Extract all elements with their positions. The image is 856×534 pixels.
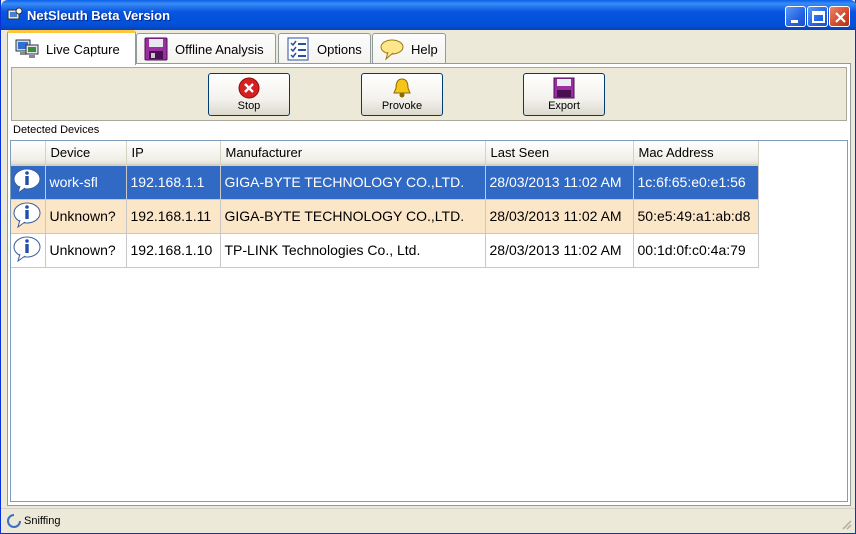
- table-row[interactable]: work-sfl 192.168.1.1 GIGA-BYTE TECHNOLOG…: [11, 165, 759, 200]
- cell-ip: 192.168.1.10: [126, 233, 221, 268]
- cell-mac: 1c:6f:65:e0:e1:56: [633, 165, 759, 200]
- stop-icon: [238, 77, 260, 99]
- tab-live-capture[interactable]: Live Capture: [7, 30, 136, 65]
- row-icon-cell: [11, 165, 46, 200]
- cell-mac: 50:e5:49:a1:ab:d8: [633, 199, 759, 234]
- devices-table: Device IP Manufacturer Last Seen Mac Add…: [11, 141, 759, 268]
- cell-last-seen: 28/03/2013 11:02 AM: [485, 233, 634, 268]
- column-header-last-seen[interactable]: Last Seen: [485, 141, 634, 166]
- maximize-icon: [812, 11, 825, 23]
- column-header-device[interactable]: Device: [45, 141, 127, 166]
- cell-manufacturer: GIGA-BYTE TECHNOLOGY CO.,LTD.: [220, 165, 486, 200]
- cell-last-seen: 28/03/2013 11:02 AM: [485, 199, 634, 234]
- floppy-disk-icon: [144, 37, 168, 61]
- cell-ip: 192.168.1.1: [126, 165, 221, 200]
- cell-last-seen: 28/03/2013 11:02 AM: [485, 165, 634, 200]
- stop-button[interactable]: Stop: [208, 73, 290, 116]
- row-icon-cell: [11, 199, 46, 234]
- tab-help[interactable]: Help: [372, 33, 446, 64]
- column-header-mac-address[interactable]: Mac Address: [633, 141, 759, 166]
- cell-device: Unknown?: [45, 199, 127, 234]
- network-computer-icon: [15, 39, 39, 58]
- devices-list[interactable]: Device IP Manufacturer Last Seen Mac Add…: [10, 140, 848, 502]
- status-text: Sniffing: [24, 515, 61, 527]
- table-row[interactable]: Unknown? 192.168.1.10 TP-LINK Technologi…: [11, 233, 759, 268]
- cell-manufacturer: GIGA-BYTE TECHNOLOGY CO.,LTD.: [220, 199, 486, 234]
- tab-label: Help: [411, 41, 438, 57]
- info-bubble-icon: [13, 236, 41, 262]
- row-icon-cell: [11, 233, 46, 268]
- info-bubble-icon: [13, 168, 41, 194]
- app-window: NetSleuth Beta Version Live Capture Offl…: [0, 0, 856, 534]
- tab-label: Live Capture: [46, 41, 120, 57]
- table-header-row: Device IP Manufacturer Last Seen Mac Add…: [11, 141, 759, 166]
- app-icon: [7, 7, 23, 20]
- checklist-icon: [287, 37, 309, 61]
- cell-mac: 00:1d:0f:c0:4a:79: [633, 233, 759, 268]
- close-button[interactable]: [829, 6, 850, 27]
- tab-label: Offline Analysis: [175, 41, 264, 57]
- stop-button-label: Stop: [237, 100, 261, 112]
- minimize-icon: [791, 20, 798, 23]
- window-title: NetSleuth Beta Version: [27, 8, 171, 23]
- toolbar: Stop Provoke Export: [11, 67, 847, 121]
- spinner-icon: [7, 514, 21, 528]
- export-button[interactable]: Export: [523, 73, 605, 116]
- cell-ip: 192.168.1.11: [126, 199, 221, 234]
- export-button-label: Export: [548, 100, 580, 112]
- column-header-icon[interactable]: [11, 141, 46, 166]
- table-row[interactable]: Unknown? 192.168.1.11 GIGA-BYTE TECHNOLO…: [11, 199, 759, 234]
- column-header-ip[interactable]: IP: [126, 141, 221, 166]
- provoke-button[interactable]: Provoke: [361, 73, 443, 116]
- tab-options[interactable]: Options: [278, 33, 371, 64]
- cell-device: Unknown?: [45, 233, 127, 268]
- provoke-button-label: Provoke: [381, 100, 423, 112]
- speech-bubble-icon: [380, 39, 404, 61]
- bell-icon: [393, 78, 411, 98]
- column-header-manufacturer[interactable]: Manufacturer: [220, 141, 486, 166]
- resize-grip-icon[interactable]: [840, 518, 852, 530]
- close-icon: [835, 12, 846, 23]
- info-bubble-icon: [13, 202, 41, 228]
- minimize-button[interactable]: [785, 6, 806, 27]
- floppy-disk-icon: [553, 77, 575, 99]
- maximize-button[interactable]: [807, 6, 828, 27]
- tab-strip: Live Capture Offline Analysis Options He…: [5, 30, 853, 65]
- cell-manufacturer: TP-LINK Technologies Co., Ltd.: [220, 233, 486, 268]
- status-bar: Sniffing: [1, 508, 855, 533]
- title-bar[interactable]: NetSleuth Beta Version: [1, 0, 856, 30]
- tab-offline-analysis[interactable]: Offline Analysis: [136, 33, 276, 64]
- detected-devices-label: Detected Devices: [13, 124, 100, 136]
- tab-label: Options: [317, 41, 362, 57]
- live-capture-panel: Stop Provoke Export Detected Devices Dev…: [7, 63, 851, 506]
- cell-device: work-sfl: [45, 165, 127, 200]
